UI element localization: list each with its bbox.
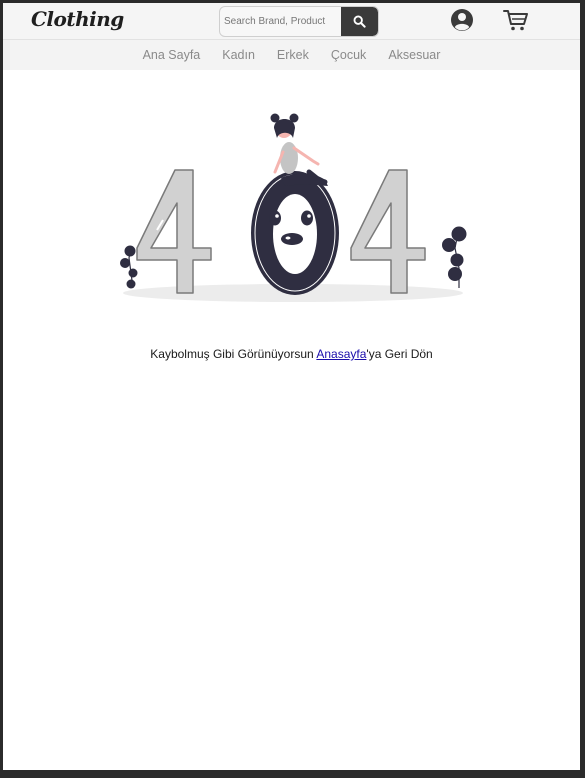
nav-item-kadin[interactable]: Kadın bbox=[222, 48, 255, 62]
search-input[interactable] bbox=[220, 7, 340, 36]
error-message-suffix: 'ya Geri Dön bbox=[366, 347, 433, 361]
home-link[interactable]: Anasayfa bbox=[316, 347, 366, 361]
digit-four-right bbox=[350, 169, 426, 294]
logo[interactable]: Clothing bbox=[31, 7, 124, 31]
nav-item-cocuk[interactable]: Çocuk bbox=[331, 48, 366, 62]
page-frame: Clothing Ana Sayfa Kadın Erkek Çoc bbox=[3, 3, 580, 770]
search-button[interactable] bbox=[341, 7, 378, 36]
sitting-person bbox=[270, 113, 328, 186]
nav-item-aksesuar[interactable]: Aksesuar bbox=[388, 48, 440, 62]
nav-item-erkek[interactable]: Erkek bbox=[277, 48, 309, 62]
nav-item-ana-sayfa[interactable]: Ana Sayfa bbox=[143, 48, 201, 62]
search-box bbox=[219, 6, 379, 37]
left-branch bbox=[120, 245, 138, 289]
user-icon[interactable] bbox=[450, 8, 474, 32]
digit-zero-face bbox=[251, 171, 339, 295]
error-message: Kaybolmuş Gibi Görünüyorsun Anasayfa'ya … bbox=[3, 347, 580, 361]
header: Clothing bbox=[3, 3, 580, 40]
search-icon bbox=[353, 15, 366, 28]
right-branch bbox=[442, 226, 467, 288]
cart-icon[interactable] bbox=[503, 8, 529, 32]
404-illustration bbox=[120, 113, 467, 302]
main-nav: Ana Sayfa Kadın Erkek Çocuk Aksesuar bbox=[3, 40, 580, 70]
error-message-text: Kaybolmuş Gibi Görünüyorsun bbox=[150, 347, 317, 361]
digit-four-left bbox=[136, 169, 212, 294]
